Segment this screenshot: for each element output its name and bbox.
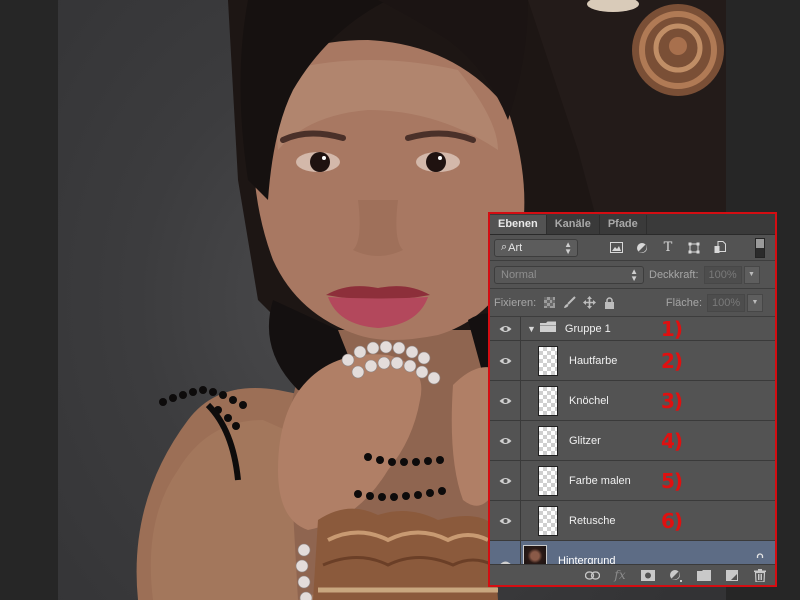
visibility-toggle[interactable]	[490, 421, 521, 460]
layers-list: ▼ Gruppe 1 1) Hautfarbe 2) Knöchel 3) Gl…	[490, 317, 775, 565]
smart-object-filter-icon[interactable]	[712, 241, 728, 255]
fill-label: Fläche:	[665, 296, 702, 309]
link-layers-icon[interactable]	[583, 568, 601, 582]
layer-name: Hautfarbe	[569, 354, 618, 367]
image-filter-icon[interactable]	[608, 241, 624, 255]
layer-row-farbe-malen[interactable]: Farbe malen 5)	[490, 461, 775, 501]
lock-position-move-icon[interactable]	[582, 296, 596, 310]
filter-toggle-switch[interactable]	[755, 237, 765, 258]
layers-panel: Ebenen Kanäle Pfade ⌕ Art ▲ ▼ T Normal ▲ ▼…	[488, 212, 777, 587]
opacity-dropdown-button[interactable]: ▼	[743, 265, 760, 284]
visibility-toggle[interactable]	[490, 381, 521, 420]
tab-kanaele[interactable]: Kanäle	[547, 215, 600, 234]
annotation-number: 3)	[661, 388, 683, 413]
layer-row-knoechel[interactable]: Knöchel 3)	[490, 381, 775, 421]
lock-row: Fixieren: Fläche: 100% ▼	[490, 289, 775, 317]
layer-thumbnail	[538, 345, 558, 376]
opacity-input[interactable]: 100%	[703, 265, 742, 284]
visibility-toggle[interactable]	[490, 461, 521, 500]
opacity-label: Deckkraft:	[649, 268, 699, 281]
tab-pfade[interactable]: Pfade	[600, 215, 647, 234]
layer-thumbnail	[523, 545, 547, 565]
lock-label: Fixieren:	[494, 296, 537, 309]
layer-row-gruppe-1[interactable]: ▼ Gruppe 1 1)	[490, 317, 775, 341]
annotation-number: 5)	[661, 468, 683, 493]
layer-row-retusche[interactable]: Retusche 6)	[490, 501, 775, 541]
layer-thumbnail	[538, 505, 558, 536]
layer-row-glitzer[interactable]: Glitzer 4)	[490, 421, 775, 461]
new-layer-icon[interactable]	[723, 568, 741, 582]
blend-mode-value: Normal	[501, 268, 537, 281]
layer-name: Gruppe 1	[564, 322, 611, 335]
adjustment-layer-icon[interactable]	[667, 568, 685, 582]
shape-filter-icon[interactable]	[686, 241, 702, 255]
visibility-toggle[interactable]	[490, 501, 521, 540]
lock-pixels-brush-icon[interactable]	[562, 296, 576, 310]
fx-icon[interactable]: fx	[611, 568, 629, 582]
adjustment-filter-icon[interactable]	[634, 241, 650, 255]
layer-name: Farbe malen	[569, 474, 631, 487]
eye-icon	[499, 397, 511, 404]
lock-transparency-icon[interactable]	[542, 296, 556, 310]
panel-tabs: Ebenen Kanäle Pfade	[490, 214, 775, 235]
layer-name: Knöchel	[569, 394, 609, 407]
annotation-number: 2)	[661, 348, 683, 373]
layer-name: Glitzer	[569, 434, 601, 447]
select-arrows-icon: ▲ ▼	[564, 239, 572, 256]
eye-icon	[499, 477, 511, 484]
trash-icon[interactable]	[751, 568, 769, 582]
filter-row: ⌕ Art ▲ ▼ T	[490, 235, 775, 261]
layer-thumbnail	[538, 465, 558, 496]
eye-icon	[499, 437, 511, 444]
lock-all-icon[interactable]	[602, 296, 616, 310]
layer-thumbnail	[538, 385, 558, 416]
folder-icon	[539, 320, 557, 338]
layer-thumbnail	[538, 425, 558, 456]
fill-input[interactable]: 100%	[707, 293, 745, 312]
panel-footer-toolbar: fx	[490, 564, 775, 585]
add-mask-icon[interactable]	[639, 568, 657, 582]
layer-row-hautfarbe[interactable]: Hautfarbe 2)	[490, 341, 775, 381]
fill-dropdown-button[interactable]: ▼	[747, 293, 763, 312]
tab-ebenen[interactable]: Ebenen	[490, 215, 547, 234]
type-filter-icon[interactable]: T	[660, 240, 676, 255]
blend-mode-select[interactable]: Normal ▲ ▼	[494, 265, 644, 284]
eye-icon	[499, 517, 511, 524]
annotation-number: 4)	[661, 428, 683, 453]
filter-kind-label: Art	[508, 241, 523, 254]
annotation-number: 1)	[660, 316, 683, 341]
eye-icon	[499, 325, 511, 332]
visibility-toggle[interactable]	[490, 541, 521, 565]
filter-kind-select[interactable]: ⌕ Art ▲ ▼	[494, 238, 578, 257]
layer-row-hintergrund[interactable]: Hintergrund	[490, 541, 775, 565]
search-icon: ⌕	[501, 241, 508, 253]
eye-icon	[499, 357, 511, 364]
visibility-toggle[interactable]	[490, 341, 521, 380]
expand-triangle-icon[interactable]: ▼	[527, 324, 536, 334]
annotation-number: 6)	[661, 508, 683, 533]
select-arrows-icon: ▲ ▼	[630, 266, 638, 283]
blend-row: Normal ▲ ▼ Deckkraft: 100% ▼	[490, 261, 775, 289]
layer-name: Retusche	[569, 514, 616, 527]
new-group-icon[interactable]	[695, 568, 713, 582]
visibility-toggle[interactable]	[490, 317, 521, 340]
